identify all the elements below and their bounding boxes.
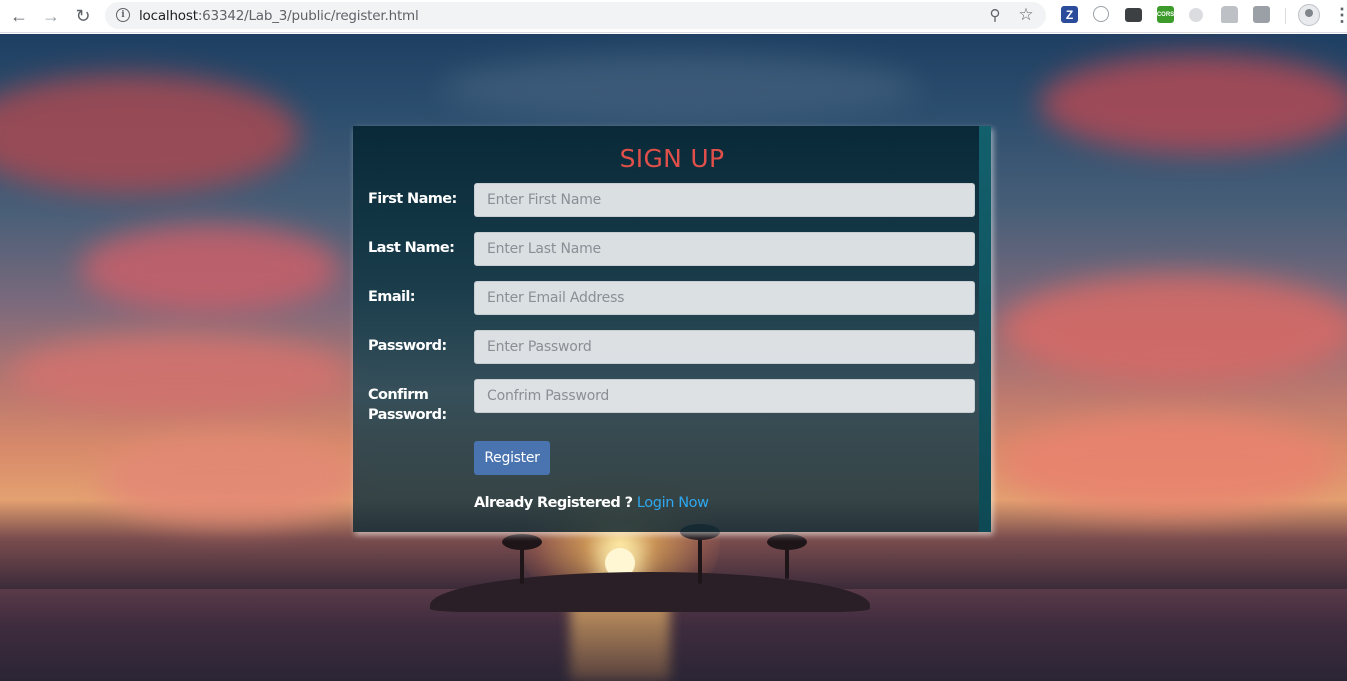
forward-arrow-icon[interactable]: → [40,5,62,27]
menu-kebab-icon[interactable]: ⋮ [1333,6,1347,26]
palm-tree-leaves [502,534,542,550]
login-now-link[interactable]: Login Now [637,495,709,511]
cloud [0,74,300,194]
bookmark-star-icon[interactable]: ☆ [1017,5,1035,24]
cloud [440,54,920,124]
browser-toolbar: ← → ↻ i localhost:63342/Lab_3/public/reg… [0,0,1347,33]
first-name-input[interactable] [474,183,975,217]
palm-tree-leaves [767,534,807,550]
first-name-label: First Name: [368,191,457,207]
address-bar[interactable]: i localhost:63342/Lab_3/public/register.… [105,2,1046,29]
signup-form: SIGN UP First Name: Last Name: Email: Pa… [353,126,991,532]
confirm-password-label-line1: Confirm [368,387,429,403]
cloud [1040,54,1347,154]
register-button[interactable]: Register [474,441,550,475]
cloud [1000,414,1340,514]
dot-extension-icon[interactable] [1189,8,1203,22]
profile-avatar-icon[interactable] [1298,4,1320,26]
cloud [80,224,340,314]
palm-tree [698,534,702,584]
circle-extension-icon[interactable] [1093,6,1109,22]
toolbar-separator [1285,8,1286,24]
url-path: :63342/Lab_3/public/register.html [197,8,419,24]
password-input[interactable] [474,330,975,364]
image-extension-icon[interactable] [1253,6,1270,23]
cloud [1000,274,1347,384]
confirm-password-label-line2: Password: [368,407,447,423]
card-edge [979,126,991,532]
page-title: SIGN UP [619,144,725,173]
key-icon[interactable]: ⚲ [986,6,1004,24]
cloud [100,434,360,524]
last-name-input[interactable] [474,232,975,266]
confirm-password-input[interactable] [474,379,975,413]
cors-extension-icon[interactable]: CORS [1157,6,1174,23]
url-text[interactable]: localhost:63342/Lab_3/public/register.ht… [139,8,419,24]
cloud [10,334,350,414]
email-label: Email: [368,289,416,305]
info-icon[interactable]: i [116,8,130,22]
already-registered-text: Already Registered ? Login Now [474,495,709,511]
island [430,572,870,612]
url-host: localhost [139,8,198,24]
password-label: Password: [368,338,447,354]
clapperboard-extension-icon[interactable] [1125,8,1142,22]
already-registered-label: Already Registered ? [474,495,633,511]
back-arrow-icon[interactable]: ← [8,5,30,27]
shirt-extension-icon[interactable] [1221,6,1238,23]
palm-tree [520,544,524,584]
reload-icon[interactable]: ↻ [72,5,94,27]
last-name-label: Last Name: [368,240,455,256]
email-input[interactable] [474,281,975,315]
zotero-extension-icon[interactable]: Z [1061,6,1078,23]
